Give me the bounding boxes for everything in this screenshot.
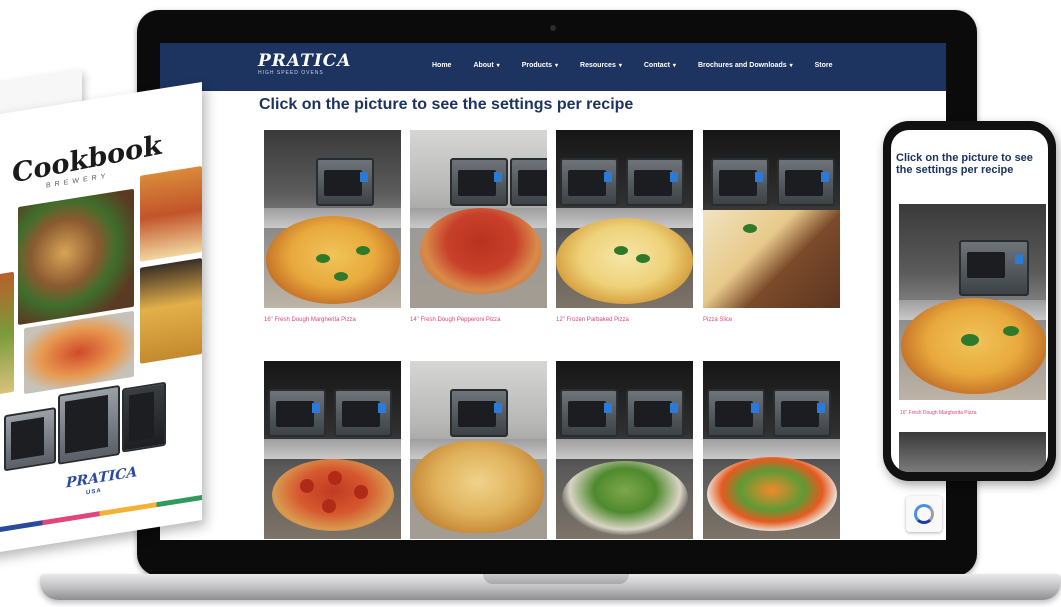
chevron-down-icon: ▾: [672, 63, 676, 69]
recipe-link[interactable]: Pizza Slice: [703, 317, 840, 323]
nav-item-contact[interactable]: Contact ▾: [644, 62, 676, 69]
chevron-down-icon: ▾: [496, 63, 500, 69]
chevron-down-icon: ▾: [789, 63, 793, 69]
phone-status-bar: [891, 130, 1048, 144]
site-navbar: PRATICA HIGH SPEED OVENS Home About ▾ Pro…: [160, 43, 946, 91]
recipe-card[interactable]: [410, 361, 547, 540]
recipe-photo-vegetables[interactable]: [556, 361, 693, 539]
cookbook-photo-pizza: [24, 310, 134, 395]
phone-page-title: Click on the picture to see the settings…: [896, 152, 1033, 176]
cookbook-photo-fries: [140, 257, 202, 364]
recipe-photo-slice[interactable]: [703, 130, 840, 308]
laptop-camera: [550, 25, 556, 31]
recipe-photo-pepperoni[interactable]: [410, 130, 547, 308]
laptop-hinge-notch: [483, 574, 629, 584]
nav-label: Products: [521, 62, 553, 69]
nav-item-products[interactable]: Products ▾: [522, 62, 558, 69]
recipe-card[interactable]: [556, 361, 693, 540]
phone-recipe-link[interactable]: 16" Fresh Dough Margherita Pizza: [900, 410, 977, 416]
logo-tagline: HIGH SPEED OVENS: [258, 70, 324, 76]
recipe-link[interactable]: 14" Fresh Dough Pepperoni Pizza: [410, 317, 547, 323]
nav-label: Store: [814, 62, 833, 69]
nav-label: About: [473, 62, 494, 69]
phone-screen: Click on the picture to see the settings…: [891, 130, 1048, 472]
marketing-mockup: PRATICA HIGH SPEED OVENS Home About ▾ Pro…: [0, 0, 1061, 607]
site-logo[interactable]: PRATICA HIGH SPEED OVENS: [258, 53, 352, 77]
nav-item-about[interactable]: About ▾: [473, 62, 499, 69]
nav-item-brochures[interactable]: Brochures and Downloads ▾: [698, 62, 793, 69]
recipe-card[interactable]: [703, 361, 840, 540]
recipe-photo-pepperoni-small[interactable]: [264, 361, 401, 539]
recipe-photo-margherita[interactable]: [264, 130, 401, 308]
recipe-photo-flatbread[interactable]: [410, 361, 547, 539]
cookbook-photo-side: [0, 271, 14, 399]
phone-recipe-photo[interactable]: [899, 204, 1046, 400]
chevron-down-icon: ▾: [555, 63, 559, 69]
phone-next-recipe-photo[interactable]: [899, 432, 1046, 472]
cookbook-brand-region: USA: [86, 487, 102, 497]
nav-label: Contact: [643, 62, 670, 69]
recipe-link[interactable]: 12" Frozen Parbaked Pizza: [556, 317, 693, 323]
recipe-card[interactable]: 12" Frozen Parbaked Pizza: [556, 130, 693, 323]
cookbook-cover: Cookbook BREWERY PRATICA USA: [0, 81, 202, 557]
nav-item-resources[interactable]: Resources ▾: [580, 62, 622, 69]
recipe-photo-salad[interactable]: [703, 361, 840, 539]
nav-label: Home: [432, 62, 452, 69]
recipe-card[interactable]: 16" Fresh Dough Margherita Pizza: [264, 130, 401, 323]
nav-label: Brochures and Downloads: [697, 62, 787, 69]
nav-item-home[interactable]: Home: [432, 62, 451, 69]
recipe-link[interactable]: 16" Fresh Dough Margherita Pizza: [264, 317, 401, 323]
logo-text: PRATICA: [258, 51, 352, 71]
cookbook-photo-hotdogs: [140, 165, 202, 262]
laptop-screen: PRATICA HIGH SPEED OVENS Home About ▾ Pro…: [160, 43, 946, 540]
recaptcha-badge-icon[interactable]: [906, 496, 942, 532]
recipe-card[interactable]: 14" Fresh Dough Pepperoni Pizza: [410, 130, 547, 323]
recipe-card[interactable]: Pizza Slice: [703, 130, 840, 323]
recipe-photo-frozen[interactable]: [556, 130, 693, 308]
page-title: Click on the picture to see the settings…: [259, 96, 634, 113]
nav-menu: Home About ▾ Products ▾ Resources ▾ Contact…: [432, 62, 855, 69]
recipe-card[interactable]: [264, 361, 401, 540]
cookbook-photo-platter: [18, 188, 134, 326]
chevron-down-icon: ▾: [618, 63, 622, 69]
nav-label: Resources: [580, 62, 616, 69]
nav-item-store[interactable]: Store: [815, 62, 833, 69]
